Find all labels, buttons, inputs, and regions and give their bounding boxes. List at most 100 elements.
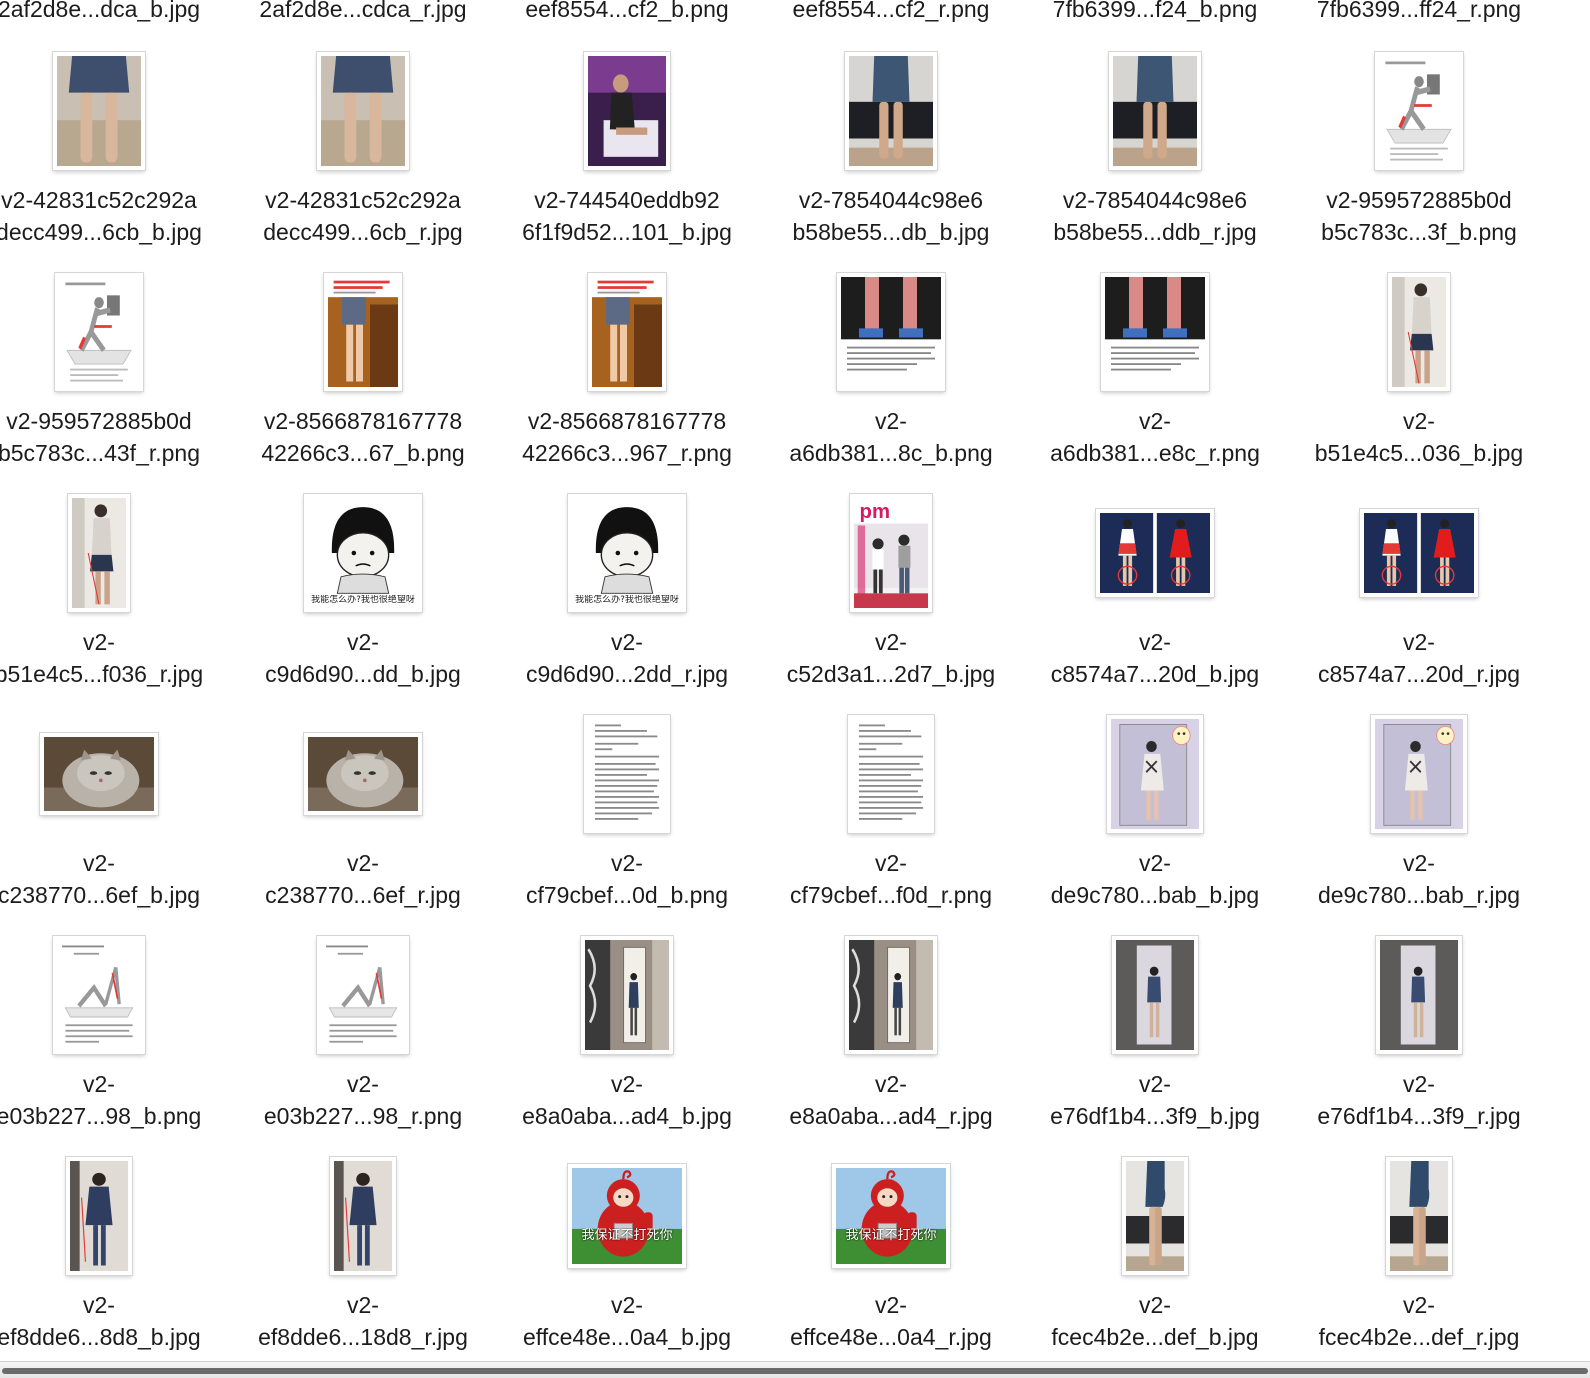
file-item[interactable]: v2- e8a0aba...ad4_r.jpg: [759, 936, 1023, 1157]
text-document-icon[interactable]: [848, 715, 934, 833]
file-name-line2[interactable]: b5c783c...43f_r.png: [0, 437, 231, 469]
file-name-line1[interactable]: v2-8566878167778: [495, 405, 759, 437]
photo-mirror-sticker-icon[interactable]: [1371, 715, 1467, 833]
photo-red-dress-icon[interactable]: [1096, 509, 1214, 597]
file-name-line2[interactable]: cf79cbef...0d_b.png: [495, 879, 759, 911]
file-name-label[interactable]: eef8554...cf2_b.png: [495, 0, 759, 25]
file-name-line1[interactable]: v2-: [231, 626, 495, 658]
file-name-line2[interactable]: e03b227...98_b.png: [0, 1100, 231, 1132]
file-name-line2[interactable]: c8574a7...20d_r.jpg: [1287, 658, 1551, 690]
file-item[interactable]: v2- e8a0aba...ad4_b.jpg: [495, 936, 759, 1157]
file-name-line2[interactable]: c9d6d90...2dd_r.jpg: [495, 658, 759, 690]
file-name-line2[interactable]: c9d6d90...dd_b.jpg: [231, 658, 495, 690]
file-item[interactable]: v2- fcec4b2e...def_b.jpg: [1023, 1157, 1287, 1378]
file-name-line1[interactable]: v2-: [1023, 847, 1287, 879]
file-name-line1[interactable]: v2-: [495, 847, 759, 879]
photo-cat-icon[interactable]: [304, 733, 422, 815]
photo-legs-skirt-icon[interactable]: [53, 52, 145, 170]
file-name-line1[interactable]: v2-: [0, 1068, 231, 1100]
photo-calves-text-icon[interactable]: [837, 273, 945, 391]
file-item[interactable]: v2-7854044c98e6 b58be55...ddb_r.jpg: [1023, 52, 1287, 273]
file-item[interactable]: pm v2- c52d3a1...2d7_b.jpg: [759, 494, 1023, 715]
file-name-line2[interactable]: ef8dde6...8d8_b.jpg: [0, 1321, 231, 1353]
photo-legs-orange-icon[interactable]: [588, 273, 666, 391]
file-item[interactable]: v2-42831c52c292a decc499...6cb_b.jpg: [0, 52, 231, 273]
file-name-line2[interactable]: 42266c3...67_b.png: [231, 437, 495, 469]
photo-door-mirror-icon[interactable]: [1112, 936, 1198, 1054]
file-name-line2[interactable]: c8574a7...20d_b.jpg: [1023, 658, 1287, 690]
photo-mirror-jacket-icon[interactable]: [66, 1157, 132, 1275]
file-name-line1[interactable]: v2-: [0, 626, 231, 658]
file-item[interactable]: v2- b51e4c5...f036_r.jpg: [0, 494, 231, 715]
file-item[interactable]: v2- c238770...6ef_b.jpg: [0, 715, 231, 936]
file-name-line1[interactable]: v2-: [0, 1289, 231, 1321]
file-name-label[interactable]: eef8554...cf2_r.png: [759, 0, 1023, 25]
file-item[interactable]: v2-8566878167778 42266c3...67_b.png: [231, 273, 495, 494]
file-name-line1[interactable]: v2-: [1287, 405, 1551, 437]
file-item[interactable]: v2-8566878167778 42266c3...967_r.png: [495, 273, 759, 494]
file-name-line2[interactable]: ef8dde6...18d8_r.jpg: [231, 1321, 495, 1353]
file-name-line1[interactable]: v2-: [1287, 1068, 1551, 1100]
photo-cat-icon[interactable]: [40, 733, 158, 815]
file-name-line2[interactable]: c238770...6ef_r.jpg: [231, 879, 495, 911]
file-name-line1[interactable]: v2-: [231, 847, 495, 879]
file-name-line1[interactable]: v2-: [1023, 1289, 1287, 1321]
file-item[interactable]: v2- a6db381...8c_b.png: [759, 273, 1023, 494]
teletubby-meme-icon[interactable]: 我保证不打死你: [832, 1164, 950, 1268]
photo-side-profile-icon[interactable]: [1386, 1157, 1452, 1275]
file-name-line1[interactable]: v2-: [1287, 626, 1551, 658]
file-item[interactable]: v2- cf79cbef...0d_b.png: [495, 715, 759, 936]
file-item[interactable]: v2- ef8dde6...8d8_b.jpg: [0, 1157, 231, 1378]
file-item[interactable]: v2-7854044c98e6 b58be55...db_b.jpg: [759, 52, 1023, 273]
file-name-line2[interactable]: decc499...6cb_r.jpg: [231, 216, 495, 248]
photo-standing-legs-icon[interactable]: [845, 52, 937, 170]
file-name-label[interactable]: 2af2d8e...dca_b.jpg: [0, 0, 231, 25]
file-name-line2[interactable]: de9c780...bab_r.jpg: [1287, 879, 1551, 911]
leg-diagram-icon[interactable]: [317, 936, 409, 1054]
file-name-line2[interactable]: e8a0aba...ad4_b.jpg: [495, 1100, 759, 1132]
file-item[interactable]: v2- c8574a7...20d_r.jpg: [1287, 494, 1551, 715]
file-name-line1[interactable]: v2-744540eddb92: [495, 184, 759, 216]
file-name-line1[interactable]: v2-: [759, 1289, 1023, 1321]
photo-mirror-selfie-icon[interactable]: [68, 494, 130, 612]
file-name-line1[interactable]: v2-: [1287, 1289, 1551, 1321]
photo-mirror-jacket-icon[interactable]: [330, 1157, 396, 1275]
meme-face-icon[interactable]: 我能怎么办?我也很绝望呀: [568, 494, 686, 612]
horizontal-scrollbar[interactable]: [0, 1361, 1590, 1378]
file-name-line1[interactable]: v2-8566878167778: [231, 405, 495, 437]
photo-legs-orange-icon[interactable]: [324, 273, 402, 391]
file-name-line2[interactable]: b5c783c...3f_b.png: [1287, 216, 1551, 248]
file-name-line2[interactable]: b51e4c5...f036_r.jpg: [0, 658, 231, 690]
file-name-line1[interactable]: v2-: [495, 626, 759, 658]
file-name-line2[interactable]: cf79cbef...f0d_r.png: [759, 879, 1023, 911]
file-name-label[interactable]: 7fb6399...ff24_r.png: [1287, 0, 1551, 25]
file-name-line2[interactable]: effce48e...0a4_b.jpg: [495, 1321, 759, 1353]
file-name-line1[interactable]: v2-: [759, 626, 1023, 658]
file-name-line2[interactable]: fcec4b2e...def_r.jpg: [1287, 1321, 1551, 1353]
photo-room-mirror-icon[interactable]: [845, 936, 937, 1054]
file-name-line1[interactable]: v2-7854044c98e6: [1023, 184, 1287, 216]
file-item[interactable]: v2-744540eddb92 6f1f9d52...101_b.jpg: [495, 52, 759, 273]
file-item[interactable]: 我能怎么办?我也很绝望呀 v2- c9d6d90...2dd_r.jpg: [495, 494, 759, 715]
photo-mirror-selfie-icon[interactable]: [1388, 273, 1450, 391]
file-name-line2[interactable]: b51e4c5...036_b.jpg: [1287, 437, 1551, 469]
photo-mirror-sticker-icon[interactable]: [1107, 715, 1203, 833]
file-item[interactable]: v2- fcec4b2e...def_r.jpg: [1287, 1157, 1551, 1378]
file-name-line2[interactable]: e76df1b4...3f9_b.jpg: [1023, 1100, 1287, 1132]
file-name-line2[interactable]: de9c780...bab_b.jpg: [1023, 879, 1287, 911]
teletubby-meme-icon[interactable]: 我保证不打死你: [568, 1164, 686, 1268]
file-item[interactable]: v2- a6db381...e8c_r.png: [1023, 273, 1287, 494]
file-item[interactable]: v2- ef8dde6...18d8_r.jpg: [231, 1157, 495, 1378]
photo-standing-legs-icon[interactable]: [1109, 52, 1201, 170]
file-name-line1[interactable]: v2-42831c52c292a: [231, 184, 495, 216]
file-item[interactable]: v2- cf79cbef...f0d_r.png: [759, 715, 1023, 936]
leg-diagram-icon[interactable]: [53, 936, 145, 1054]
file-name-line2[interactable]: e03b227...98_r.png: [231, 1100, 495, 1132]
file-item[interactable]: v2- c8574a7...20d_b.jpg: [1023, 494, 1287, 715]
file-name-label[interactable]: 7fb6399...f24_b.png: [1023, 0, 1287, 25]
photo-calves-text-icon[interactable]: [1101, 273, 1209, 391]
file-name-line1[interactable]: v2-: [495, 1068, 759, 1100]
exercise-diagram-icon[interactable]: [1375, 52, 1463, 170]
file-name-line1[interactable]: v2-: [0, 847, 231, 879]
photo-legs-skirt-icon[interactable]: [317, 52, 409, 170]
